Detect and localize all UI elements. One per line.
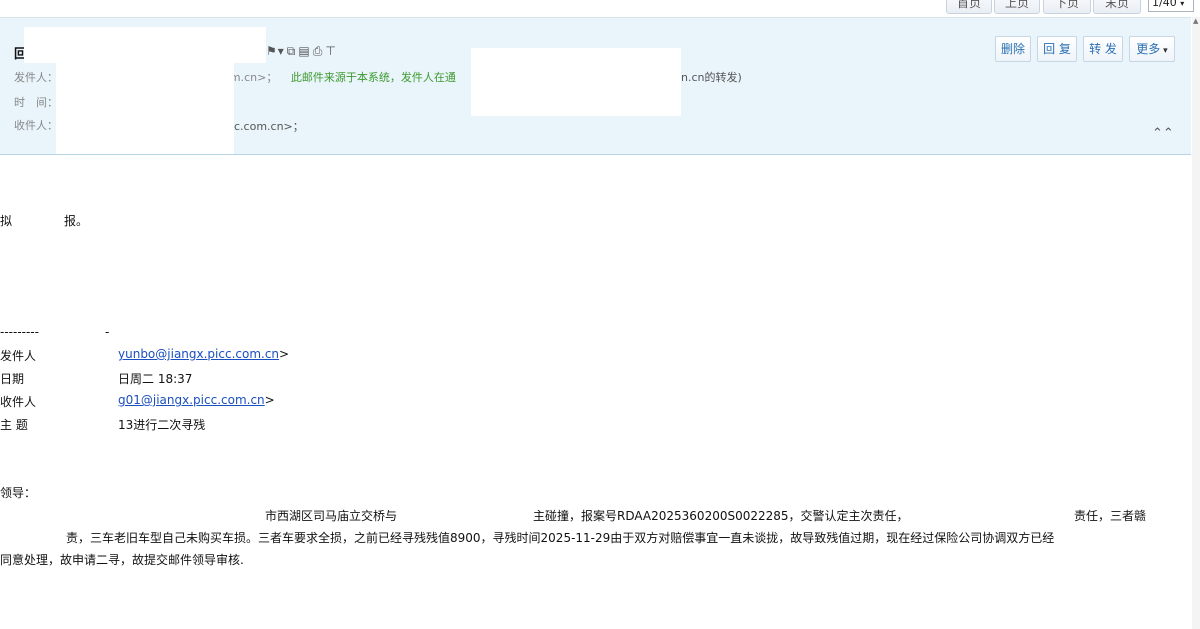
caret-down-icon: ▾ bbox=[1160, 46, 1168, 56]
greeting: 领导： bbox=[0, 486, 37, 500]
redaction-box bbox=[56, 62, 234, 154]
reply-button[interactable]: 回 复 bbox=[1037, 36, 1077, 62]
para-line-2: 责，三车老旧车型自己未购买车损。三者车要求全损，之前已经寻残残值8900，寻残时… bbox=[66, 531, 1055, 545]
fwd-date-value: 日周二 18:37 bbox=[118, 372, 193, 386]
forward-button[interactable]: 转 发 bbox=[1083, 36, 1123, 62]
para-line-1c: 责任，三者赣 bbox=[1074, 509, 1147, 523]
separator-dash: - bbox=[104, 325, 110, 339]
chevron-down-icon: ▾ bbox=[1180, 0, 1185, 8]
first-page-button[interactable]: 首页 bbox=[946, 0, 992, 14]
time-row: 时 间： bbox=[14, 94, 58, 110]
redaction-box bbox=[24, 27, 266, 63]
separator-dashes: --------- bbox=[0, 325, 39, 339]
fwd-subject-value: 13进行二次寻残 bbox=[118, 418, 206, 432]
para-line-1a: 市西湖区司马庙立交桥与 bbox=[265, 509, 398, 523]
fwd-subject-label: 主 题 bbox=[0, 418, 28, 432]
para-line-3: 同意处理，故申请二寻，故提交邮件领导审核. bbox=[0, 553, 244, 567]
fwd-date-label: 日期 bbox=[0, 372, 25, 386]
forward-notice: 此邮件来源于本系统，发件人在通 bbox=[290, 71, 456, 84]
fwd-from-link[interactable]: yunbo@jiangx.picc.com.cn bbox=[118, 347, 279, 361]
body-text-b: 报。 bbox=[64, 214, 89, 228]
separator: --------- - bbox=[0, 325, 109, 339]
prev-page-button[interactable]: 上页 bbox=[994, 0, 1040, 14]
to-label: 收件人： bbox=[14, 119, 58, 132]
fwd-from-value: yunbo@jiangx.picc.com.cn> bbox=[118, 347, 289, 361]
body-text-a: 拟 bbox=[0, 214, 13, 228]
more-label: 更多 bbox=[1136, 42, 1161, 56]
next-page-button[interactable]: 下页 bbox=[1043, 0, 1091, 14]
delete-button[interactable]: 删除 bbox=[995, 36, 1031, 62]
archive-icon[interactable]: ▤ bbox=[298, 44, 310, 58]
page-select-value: 1/40 bbox=[1152, 0, 1177, 9]
header-toolbar: ⚑▾ ⧉ ▤ ⎙ ⊤ bbox=[266, 44, 339, 59]
last-page-button[interactable]: 末页 bbox=[1093, 0, 1141, 14]
redaction-box bbox=[471, 48, 681, 116]
scrollbar[interactable] bbox=[1192, 17, 1200, 629]
body-line-1: 拟 报。 bbox=[0, 212, 88, 229]
print-icon[interactable]: ⎙ bbox=[313, 44, 324, 58]
more-button[interactable]: 更多 ▾ bbox=[1129, 36, 1175, 62]
recipient-address-tail: c.com.cn>； bbox=[234, 120, 304, 133]
pin-icon[interactable]: ⊤ bbox=[325, 44, 336, 58]
fwd-from-gt: > bbox=[279, 347, 290, 361]
from-label: 发件人： bbox=[14, 71, 58, 84]
scroll-up-icon[interactable]: ▲ bbox=[1193, 17, 1200, 25]
flag-icon[interactable]: ⚑▾ bbox=[266, 44, 285, 58]
fwd-from-label: 发件人 bbox=[0, 349, 37, 363]
pager-bar: 首页 上页 下页 末页 1/40 ▾ bbox=[0, 0, 1200, 17]
fwd-to-link[interactable]: g01@jiangx.picc.com.cn bbox=[118, 393, 265, 407]
para-line-1b: 主碰撞，报案号RDAA2025360200S0022285，交警认定主次责任， bbox=[533, 509, 909, 523]
popout-icon[interactable]: ⧉ bbox=[287, 44, 297, 58]
to-row: 收件人： bbox=[14, 117, 58, 133]
time-label: 时 间： bbox=[14, 96, 58, 109]
page-select[interactable]: 1/40 ▾ bbox=[1148, 0, 1194, 12]
forward-notice-tail: n.cn的转发) bbox=[681, 71, 742, 84]
fwd-to-label: 收件人 bbox=[0, 395, 37, 409]
fwd-to-value: g01@jiangx.picc.com.cn> bbox=[118, 393, 275, 407]
collapse-icon[interactable]: ⌃⌃ bbox=[1152, 126, 1174, 141]
fwd-to-gt: > bbox=[264, 393, 275, 407]
